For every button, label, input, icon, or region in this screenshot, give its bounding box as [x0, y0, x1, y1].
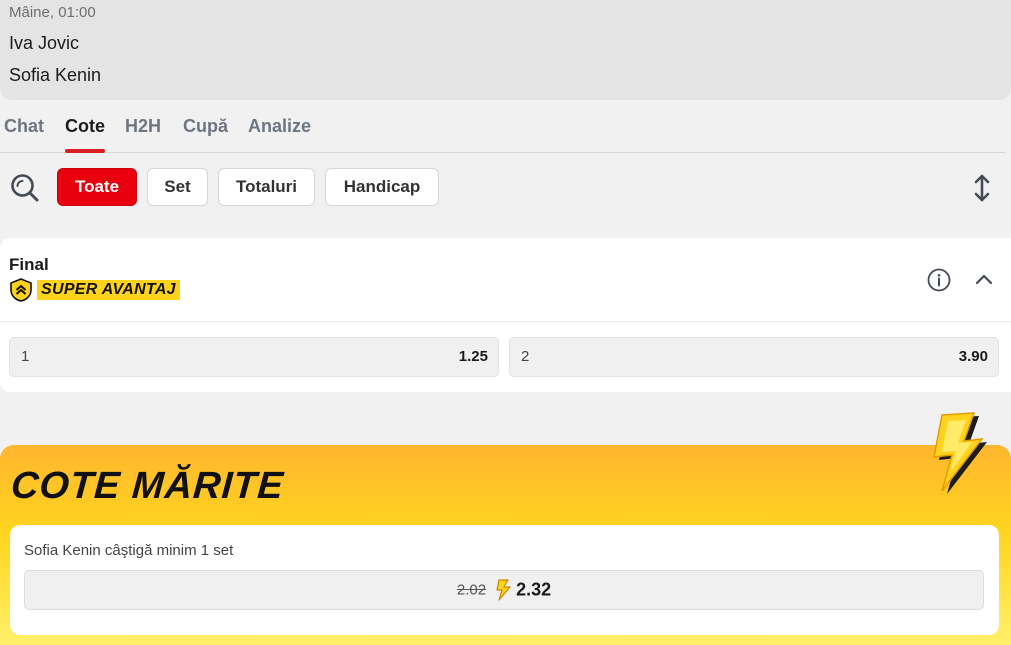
- chevron-up-icon[interactable]: [974, 270, 994, 290]
- boosted-odds-section: COTE MĂRITE Sofia Kenin câştigă minim 1 …: [0, 412, 1011, 645]
- super-avantaj-label: SUPER AVANTAJ: [37, 280, 180, 300]
- tab-h2h[interactable]: H2H: [125, 116, 161, 137]
- match-tabs: Chat Cote H2H Cupă Analize: [0, 100, 1005, 153]
- boosted-odd-button[interactable]: 2.02 2.32: [24, 570, 984, 610]
- divider: [0, 321, 1011, 322]
- filter-chip-toate[interactable]: Toate: [57, 168, 137, 206]
- tab-analize[interactable]: Analize: [248, 116, 311, 137]
- tab-chat[interactable]: Chat: [4, 116, 44, 137]
- odd-button-2[interactable]: 2 3.90: [509, 337, 999, 377]
- info-icon[interactable]: [927, 268, 951, 292]
- boosted-odds-title: COTE MĂRITE: [9, 465, 286, 507]
- filter-chip-totaluri[interactable]: Totaluri: [218, 168, 315, 206]
- boosted-odd-card: Sofia Kenin câştigă minim 1 set 2.02 2.32: [10, 525, 999, 635]
- boosted-odd-description: Sofia Kenin câştigă minim 1 set: [24, 542, 234, 559]
- match-header: Mâine, 01:00 Iva Jovic Sofia Kenin: [0, 0, 1011, 100]
- tab-cupa[interactable]: Cupă: [183, 116, 228, 137]
- odd-button-1[interactable]: 1 1.25: [9, 337, 499, 377]
- odd-label: 2: [521, 348, 530, 365]
- match-time: Mâine, 01:00: [9, 4, 96, 21]
- old-odd-value: 2.02: [456, 581, 487, 599]
- player-2-name[interactable]: Sofia Kenin: [9, 65, 101, 86]
- odd-label: 1: [21, 348, 30, 365]
- player-1-name[interactable]: Iva Jovic: [9, 33, 79, 54]
- search-icon[interactable]: [9, 172, 41, 204]
- shield-chevron-icon: [10, 278, 32, 302]
- active-tab-indicator: [65, 149, 105, 153]
- lightning-icon: [922, 411, 994, 495]
- new-odd-value: 2.32: [516, 579, 552, 600]
- filter-chip-set[interactable]: Set: [147, 168, 208, 206]
- expand-collapse-icon[interactable]: [968, 172, 996, 204]
- bolt-icon: [494, 579, 512, 601]
- odd-value: 3.90: [958, 348, 988, 365]
- market-title: Final: [9, 255, 49, 274]
- filter-chip-handicap[interactable]: Handicap: [325, 168, 439, 206]
- odd-value: 1.25: [458, 348, 488, 365]
- tab-cote[interactable]: Cote: [65, 116, 105, 137]
- market-card-final: Final SUPER AVANTAJ 1 1.25 2 3.90: [0, 238, 1011, 392]
